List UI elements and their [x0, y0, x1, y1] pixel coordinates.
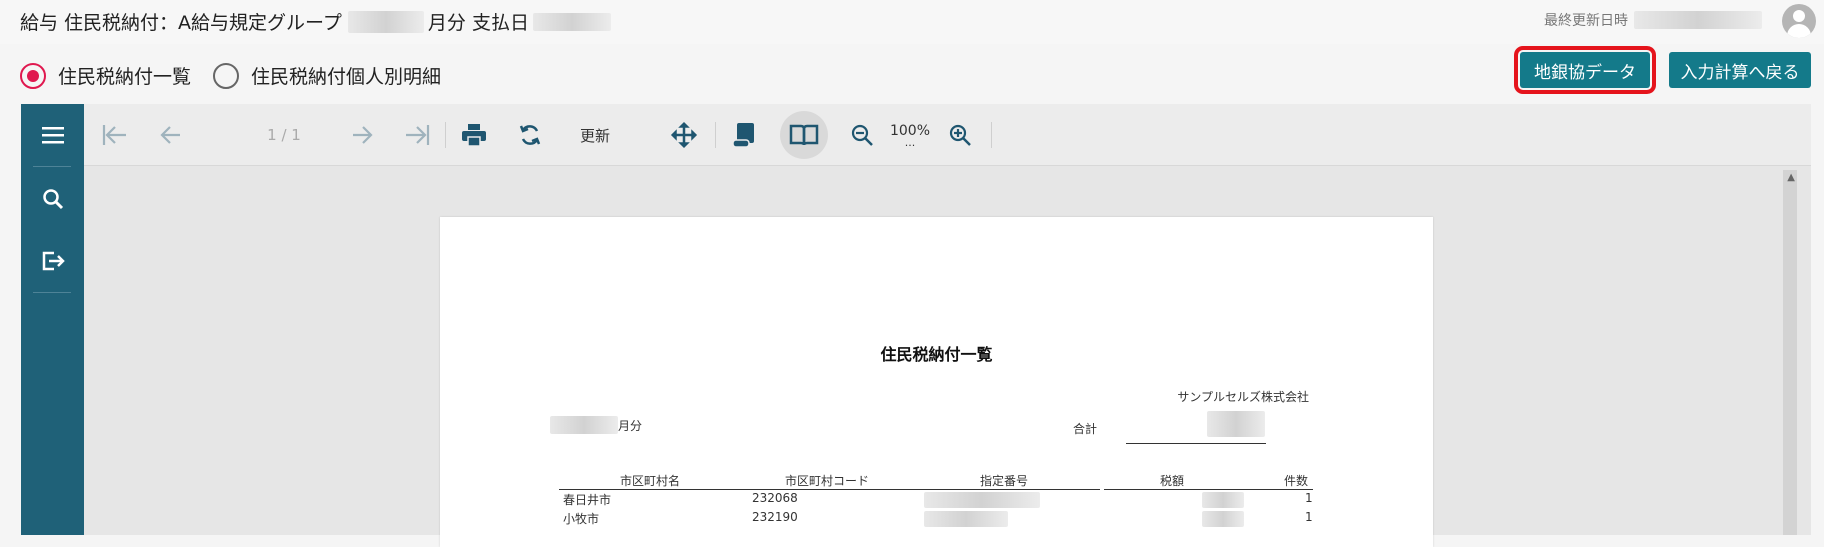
refresh-icon[interactable] [513, 116, 547, 154]
col-city-code: 市区町村コード [785, 474, 870, 488]
report-viewer: 1 / 1 更新 100% ... ▲ 住民税納付一覧 サンプルセルズ株式会社 … [21, 104, 1811, 547]
page-header: 給与 住民税納付：A給与規定グループ 月分 支払日 最終更新日時 [0, 0, 1824, 44]
print-icon[interactable] [456, 116, 492, 154]
move-icon[interactable] [667, 116, 701, 154]
zoom-in-icon[interactable] [943, 116, 977, 154]
redacted-row1-tax [1202, 492, 1244, 508]
back-to-calculation-button[interactable]: 入力計算へ戻る [1669, 52, 1811, 88]
toolbar-divider [991, 122, 992, 148]
report-page: 住民税納付一覧 サンプルセルズ株式会社 月分 合計 市区町村名 市区町村コード … [440, 217, 1433, 547]
first-page-icon[interactable] [98, 116, 130, 154]
redacted-updated-time [1634, 11, 1762, 29]
toolbar-divider [715, 122, 716, 148]
report-type-selector: 住民税納付一覧 住民税納付個人別明細 [20, 62, 463, 89]
radio-summary-label: 住民税納付一覧 [58, 66, 192, 88]
refresh-label[interactable]: 更新 [572, 116, 618, 154]
month-suffix: 月分 [618, 418, 643, 433]
export-icon[interactable] [33, 241, 73, 281]
total-underline [1126, 443, 1266, 444]
row2-city: 小牧市 [563, 512, 600, 526]
col-designated-number: 指定番号 [980, 474, 1029, 488]
report-month: 月分 [550, 416, 642, 434]
next-page-icon[interactable] [347, 116, 379, 154]
table-header-line [1104, 489, 1313, 490]
col-tax-amount: 税額 [1160, 474, 1185, 488]
radio-individual-detail[interactable]: 住民税納付個人別明細 [213, 62, 441, 89]
row2-code: 232190 [752, 510, 798, 524]
col-city-name: 市区町村名 [620, 474, 681, 488]
redacted-row1-number [924, 492, 1040, 508]
title-month-suffix: 月分 支払日 [427, 12, 529, 34]
redacted-row2-tax [1202, 511, 1244, 527]
sidebar-divider [33, 166, 71, 167]
total-label: 合計 [1073, 422, 1098, 436]
user-avatar-icon[interactable] [1782, 4, 1816, 38]
toolbar-divider [445, 122, 446, 148]
redacted-total [1207, 411, 1265, 437]
last-page-icon[interactable] [402, 116, 434, 154]
document-title: 住民税納付一覧 [880, 345, 993, 364]
radio-individual-label: 住民税納付個人別明細 [251, 66, 442, 88]
row1-city: 春日井市 [563, 493, 612, 507]
redacted-month [347, 10, 424, 33]
radio-unchecked-icon [213, 62, 240, 89]
redacted-payday [532, 12, 611, 31]
company-name: サンプルセルズ株式会社 [1177, 390, 1309, 404]
row1-code: 232068 [752, 491, 798, 505]
vertical-scrollbar[interactable] [1783, 170, 1797, 535]
prev-page-icon[interactable] [154, 116, 186, 154]
row2-count: 1 [1305, 510, 1313, 524]
radio-summary-list[interactable]: 住民税納付一覧 [20, 62, 191, 89]
redacted-month-value [550, 416, 618, 434]
table-header-line [559, 489, 1100, 490]
book-icon[interactable] [780, 111, 828, 159]
zoom-more[interactable]: ... [905, 137, 916, 148]
viewer-toolbar: 1 / 1 更新 100% ... [84, 104, 1811, 166]
last-updated: 最終更新日時 [1544, 10, 1762, 30]
row1-count: 1 [1305, 491, 1313, 505]
page-count[interactable]: 1 / 1 [244, 116, 324, 154]
viewer-sidebar [21, 104, 84, 535]
chigin-data-button[interactable]: 地銀協データ [1514, 46, 1656, 94]
scroll-icon[interactable] [727, 116, 761, 154]
last-updated-label: 最終更新日時 [1544, 13, 1628, 29]
redacted-row2-number [924, 511, 1008, 527]
scroll-up-icon[interactable]: ▲ [1787, 172, 1795, 183]
page-title: 給与 住民税納付：A給与規定グループ 月分 支払日 [20, 8, 611, 35]
sidebar-divider [33, 292, 71, 293]
radio-checked-icon [20, 62, 46, 89]
title-prefix: 給与 住民税納付：A給与規定グループ [20, 12, 342, 34]
col-count: 件数 [1284, 474, 1309, 488]
zoom-out-icon[interactable] [845, 116, 879, 154]
zoom-level[interactable]: 100% ... [887, 116, 933, 154]
menu-icon[interactable] [33, 115, 73, 155]
search-icon[interactable] [33, 179, 73, 219]
